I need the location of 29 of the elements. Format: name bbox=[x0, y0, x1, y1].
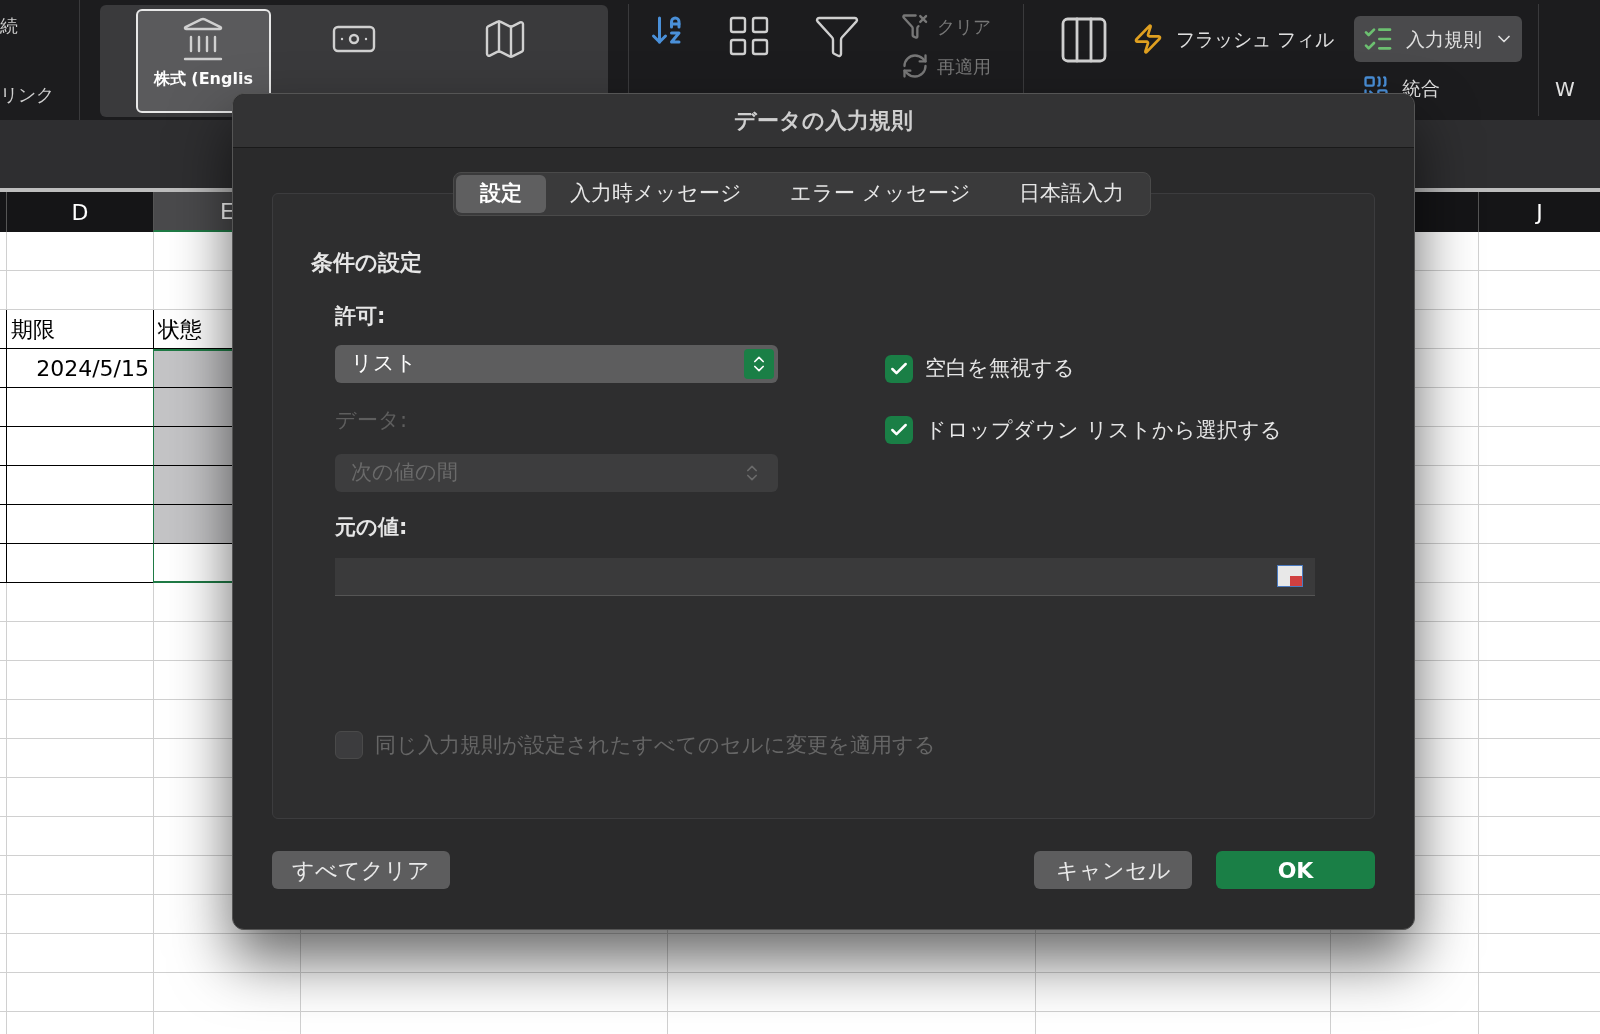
field-label: 元の値: bbox=[335, 514, 409, 541]
data-type-button[interactable]: 株式 (Englis bbox=[136, 9, 271, 113]
flash-fill-button[interactable]: フラッシュ フィル bbox=[1132, 16, 1335, 62]
source-field[interactable] bbox=[335, 557, 1315, 596]
ribbon-label[interactable]: W bbox=[1555, 74, 1575, 104]
section-title: 条件の設定 bbox=[311, 249, 423, 277]
dialog-button[interactable]: すべてクリア bbox=[272, 851, 450, 889]
lightning-icon bbox=[1132, 23, 1164, 55]
data-validation-button[interactable]: 入力規則 bbox=[1354, 16, 1523, 62]
ribbon-label[interactable]: リンク bbox=[0, 81, 79, 108]
tab[interactable]: エラー メッセージ bbox=[766, 175, 995, 213]
checkbox-label: 同じ入力規則が設定されたすべてのセルに変更を適用する bbox=[375, 731, 936, 759]
ribbon-label[interactable]: 続 bbox=[0, 12, 79, 39]
tab[interactable]: 入力時メッセージ bbox=[546, 175, 766, 213]
dialog-title: データの入力規則 bbox=[734, 107, 913, 135]
refresh-icon bbox=[901, 52, 929, 80]
dialog-button[interactable]: キャンセル bbox=[1034, 851, 1192, 889]
checkbox-label: 空白を無視する bbox=[925, 355, 1075, 382]
allow-select[interactable]: リスト bbox=[335, 344, 778, 383]
checkbox[interactable] bbox=[885, 354, 913, 383]
stepper-icon bbox=[744, 348, 774, 379]
field-label: 許可: bbox=[335, 303, 387, 330]
checkbox[interactable] bbox=[885, 416, 913, 445]
range-picker-icon[interactable] bbox=[1277, 565, 1303, 587]
tab[interactable]: 日本語入力 bbox=[994, 175, 1148, 213]
checkbox-label: ドロップダウン リストから選択する bbox=[925, 416, 1282, 444]
tab[interactable]: 設定 bbox=[456, 175, 546, 213]
ok-button[interactable]: OK bbox=[1216, 851, 1375, 889]
filter-clear-icon bbox=[901, 12, 929, 40]
